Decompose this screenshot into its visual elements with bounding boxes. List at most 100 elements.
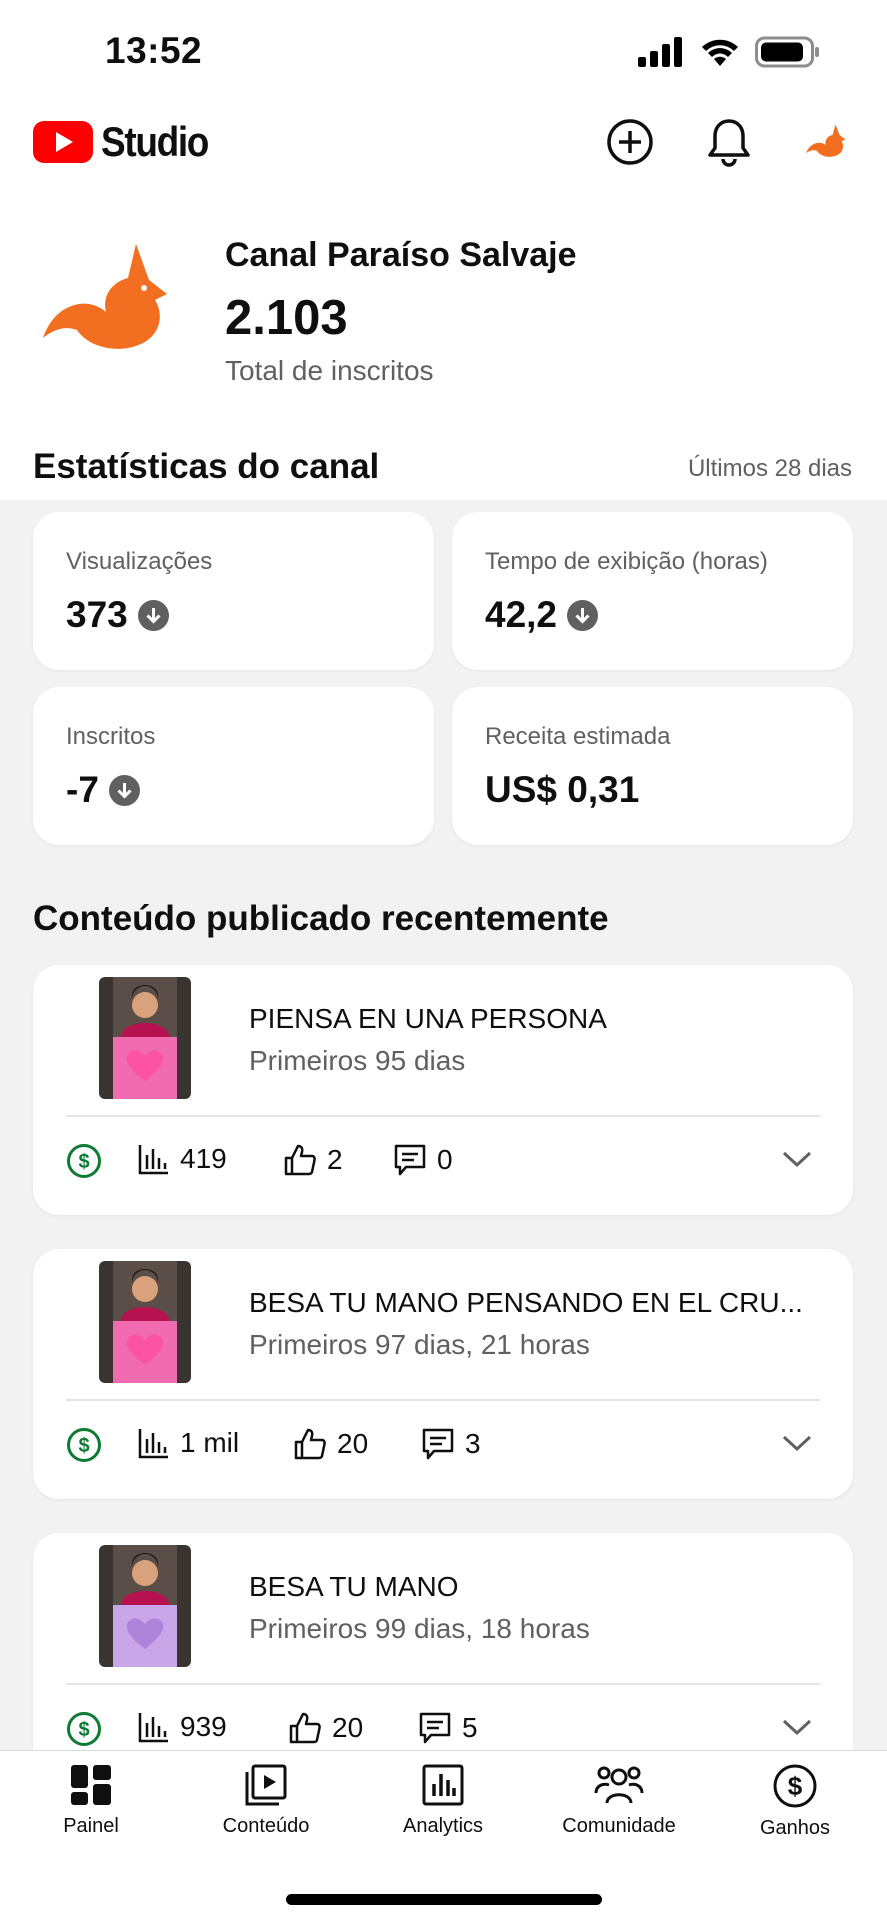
views-count: 419 (180, 1143, 227, 1174)
comment-icon (419, 1712, 451, 1744)
dashboard-icon (71, 1765, 111, 1805)
nav-label: Analytics (402, 1815, 484, 1837)
svg-text:$: $ (788, 1771, 803, 1801)
subscriber-count: 2.103 (225, 291, 348, 345)
nav-label: Conteúdo (222, 1815, 310, 1837)
stat-number: -7 (66, 769, 99, 810)
video-thumbnail[interactable] (99, 1545, 191, 1667)
views-metric: 1 mil (138, 1427, 239, 1459)
create-button[interactable] (600, 112, 660, 172)
dollar-circle-icon: $ (67, 1712, 101, 1746)
analytics-icon (422, 1764, 464, 1806)
stats-title: Estatísticas do canal (33, 447, 380, 486)
comments-count: 3 (465, 1428, 481, 1459)
stat-card-subscribers[interactable]: Inscritos -7 (33, 687, 434, 845)
divider (66, 1683, 820, 1685)
video-title: PIENSA EN UNA PERSONA (249, 1003, 607, 1034)
subscriber-label: Total de inscritos (225, 355, 434, 386)
nav-item-dashboard[interactable]: Painel (6, 1763, 176, 1838)
dollar-circle-icon: $ (67, 1144, 101, 1178)
video-subtitle: Primeiros 99 dias, 18 horas (249, 1613, 590, 1644)
video-thumbnail[interactable] (99, 977, 191, 1099)
stat-card-views[interactable]: Visualizações 373 (33, 512, 434, 670)
stat-value: 42,2 (485, 594, 599, 636)
channel-fox-logo (43, 244, 167, 349)
battery-icon (755, 36, 819, 68)
video-card[interactable]: BESA TU MANO Primeiros 99 dias, 18 horas… (33, 1533, 853, 1783)
stat-label: Visualizações (66, 548, 213, 575)
chevron-down-icon[interactable] (781, 1149, 813, 1169)
chevron-down-icon[interactable] (781, 1717, 813, 1737)
stat-card-revenue[interactable]: Receita estimada US$ 0,31 (452, 687, 853, 845)
likes-metric: 20 (293, 1427, 368, 1461)
thumbs-up-icon (284, 1144, 316, 1176)
bar-chart-icon (138, 1713, 168, 1743)
stat-number: 373 (66, 594, 128, 635)
divider (66, 1115, 820, 1117)
comments-count: 0 (437, 1144, 453, 1175)
likes-count: 20 (337, 1428, 369, 1459)
chevron-down-icon[interactable] (781, 1433, 813, 1453)
comment-icon (394, 1144, 426, 1176)
avatar-fox-icon (806, 124, 846, 157)
status-icons (637, 36, 821, 68)
monetization-status: $ (66, 1427, 102, 1463)
stat-value: -7 (66, 769, 140, 811)
comment-icon (422, 1428, 454, 1460)
video-card[interactable]: BESA TU MANO PENSANDO EN EL CRU... Prime… (33, 1249, 853, 1499)
video-subtitle: Primeiros 95 dias (249, 1045, 466, 1076)
thumbs-up-icon (294, 1428, 326, 1460)
likes-metric: 2 (283, 1143, 343, 1177)
account-avatar[interactable] (796, 112, 856, 172)
nav-item-analytics[interactable]: Analytics (358, 1763, 528, 1838)
stat-label: Tempo de exibição (horas) (485, 548, 768, 575)
stat-label: Inscritos (66, 723, 156, 750)
comments-metric: 0 (393, 1143, 453, 1177)
arrow-down-icon (108, 774, 140, 806)
nav-label: Ganhos (759, 1817, 831, 1839)
svg-text:$: $ (78, 1151, 89, 1173)
nav-label: Comunidade (562, 1815, 676, 1837)
status-bar: 13:52 (0, 0, 887, 105)
video-card[interactable]: PIENSA EN UNA PERSONA Primeiros 95 dias … (33, 965, 853, 1215)
likes-count: 20 (332, 1712, 364, 1743)
content-icon (245, 1764, 287, 1806)
app-header: Studio (0, 110, 887, 180)
svg-text:$: $ (78, 1719, 89, 1741)
thumbs-up-icon (289, 1712, 321, 1744)
wifi-icon (702, 39, 738, 66)
home-indicator[interactable] (286, 1894, 602, 1905)
signal-icon (638, 37, 682, 67)
channel-name: Canal Paraíso Salvaje (225, 236, 577, 274)
nav-item-earnings[interactable]: $ Ganhos (710, 1763, 880, 1840)
stat-number: 42,2 (485, 594, 558, 635)
notifications-button[interactable] (699, 112, 759, 172)
divider (66, 1399, 820, 1401)
stat-value: 373 (66, 594, 169, 636)
bar-chart-icon (138, 1429, 168, 1459)
stat-card-watch-time[interactable]: Tempo de exibição (horas) 42,2 (452, 512, 853, 670)
video-thumbnail[interactable] (99, 1261, 191, 1383)
comments-metric: 5 (418, 1711, 478, 1745)
status-time: 13:52 (105, 30, 203, 71)
views-count: 1 mil (180, 1427, 240, 1458)
views-count: 939 (180, 1711, 227, 1742)
video-title: BESA TU MANO PENSANDO EN EL CRU... (249, 1287, 803, 1318)
create-icon (607, 119, 653, 165)
monetization-status: $ (66, 1143, 102, 1179)
nav-item-community[interactable]: Comunidade (534, 1763, 704, 1838)
bar-chart-icon (138, 1145, 168, 1175)
likes-metric: 20 (288, 1711, 363, 1745)
video-title: BESA TU MANO (249, 1571, 459, 1602)
nav-item-content[interactable]: Conteúdo (181, 1763, 351, 1838)
stat-number: US$ 0,31 (485, 769, 640, 810)
video-subtitle: Primeiros 97 dias, 21 horas (249, 1329, 590, 1360)
comments-metric: 3 (421, 1427, 481, 1461)
studio-logo[interactable]: Studio (33, 118, 223, 166)
comments-count: 5 (462, 1712, 478, 1743)
monetization-status: $ (66, 1711, 102, 1747)
dollar-circle-icon: $ (67, 1428, 101, 1462)
community-icon (594, 1766, 644, 1804)
stats-period[interactable]: Últimos 28 dias (688, 455, 852, 483)
views-metric: 939 (138, 1711, 227, 1743)
